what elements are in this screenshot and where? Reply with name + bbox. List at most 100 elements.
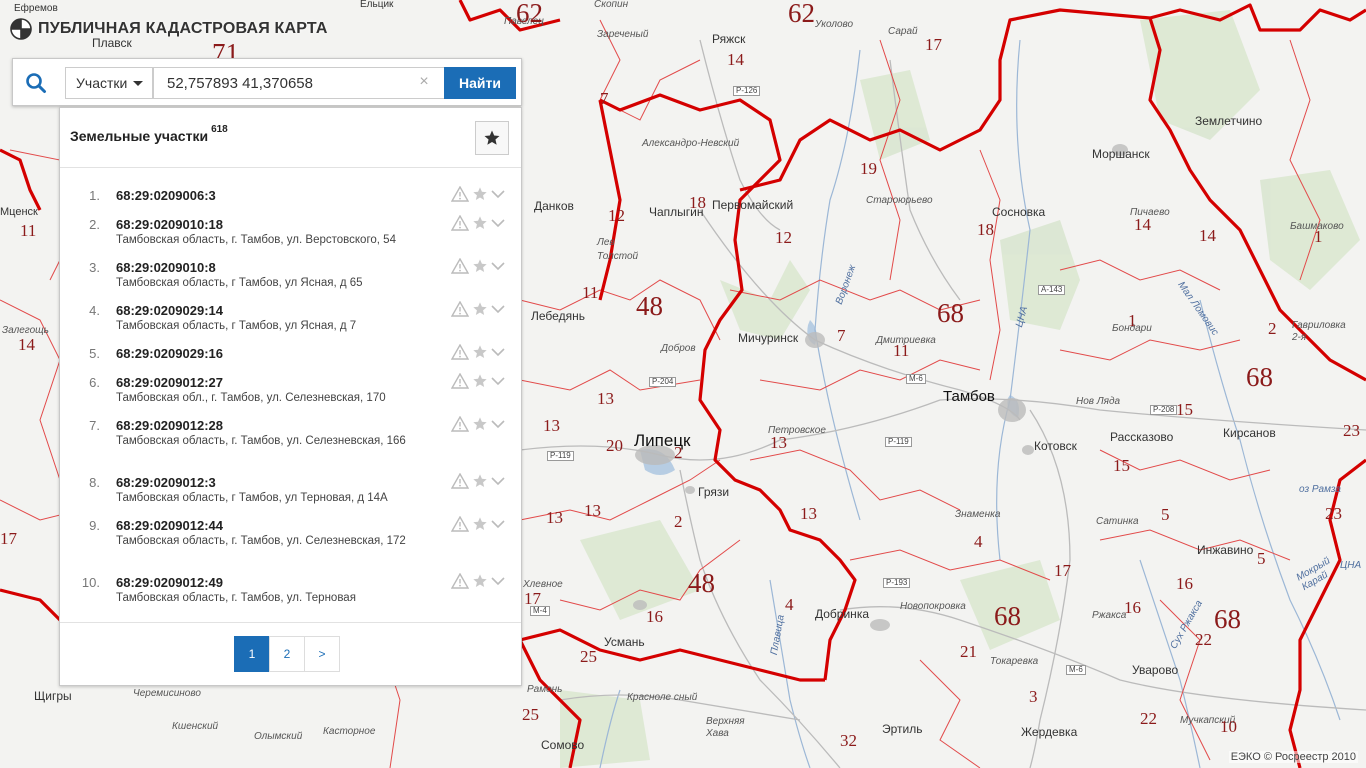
district-number: 18	[689, 193, 706, 212]
town-label: Ельцик	[360, 0, 394, 10]
result-address: Тамбовская область, г. Тамбов, ул. Селез…	[116, 435, 406, 447]
district-number: 19	[860, 159, 877, 178]
star-icon	[484, 130, 500, 145]
warning-icon[interactable]	[451, 186, 469, 202]
chevron-down-icon[interactable]	[490, 574, 506, 588]
town-label: Добринка	[815, 607, 869, 621]
chevron-down-icon[interactable]	[490, 374, 506, 388]
result-address: Тамбовская область, г. Тамбов, ул. Терно…	[116, 592, 356, 604]
warning-icon[interactable]	[451, 573, 469, 589]
district-number: 14	[1199, 226, 1216, 245]
town-label: Кирсанов	[1223, 426, 1276, 440]
chevron-down-icon[interactable]	[490, 187, 506, 201]
star-icon[interactable]	[471, 473, 489, 489]
search-type-select[interactable]: Участки	[65, 67, 153, 99]
road-label: М-6	[906, 374, 926, 384]
district-number: 23	[1325, 504, 1342, 523]
village-label: Гавриловка 2-я	[1292, 320, 1346, 343]
road-label: Р-119	[547, 451, 574, 461]
district-number: 2	[674, 443, 683, 462]
cadastral-number-link[interactable]: 68:29:0209010:18	[116, 217, 223, 232]
town-label: Котовск	[1034, 439, 1077, 453]
cadastral-number-link[interactable]: 68:29:0209029:16	[116, 346, 223, 361]
star-icon[interactable]	[471, 573, 489, 589]
warning-icon[interactable]	[451, 373, 469, 389]
district-number: 17	[925, 35, 942, 54]
village-label: Уколово	[815, 19, 854, 30]
warning-icon[interactable]	[451, 215, 469, 231]
region-number: 68	[1214, 604, 1241, 634]
cadastral-number-link[interactable]: 68:29:0209012:49	[116, 575, 223, 590]
star-icon[interactable]	[471, 186, 489, 202]
app-logo[interactable]: ПУБЛИЧНАЯ КАДАСТРОВАЯ КАРТА	[10, 18, 328, 40]
cadastral-number-link[interactable]: 68:29:0209012:27	[116, 375, 223, 390]
district-number: 3	[1029, 687, 1038, 706]
chevron-down-icon[interactable]	[490, 517, 506, 531]
favorite-button[interactable]	[475, 121, 509, 155]
district-number: 15	[1176, 400, 1193, 419]
cadastral-number-link[interactable]: 68:29:0209029:14	[116, 303, 223, 318]
star-icon[interactable]	[471, 301, 489, 317]
district-number: 14	[727, 50, 744, 69]
results-panel: Земельные участки 618 1. 68:29:0209006:3 …	[59, 107, 522, 686]
village-label: Кшенский	[172, 721, 219, 732]
star-icon[interactable]	[471, 516, 489, 532]
district-number: 11	[20, 221, 37, 240]
town-label: Эртиль	[882, 722, 923, 736]
cadastral-number-link[interactable]: 68:29:0209012:3	[116, 475, 216, 490]
district-number: 14	[1134, 215, 1151, 234]
cadastral-number-link[interactable]: 68:29:0209012:28	[116, 418, 223, 433]
star-icon[interactable]	[471, 258, 489, 274]
find-button[interactable]: Найти	[444, 67, 516, 99]
town-label: Лебедянь	[531, 309, 585, 323]
star-icon[interactable]	[471, 215, 489, 231]
region-number: 68	[1246, 362, 1273, 392]
chevron-down-icon[interactable]	[490, 216, 506, 230]
district-number: 20	[606, 436, 623, 455]
globe-logo-icon	[10, 18, 32, 40]
page-button-1[interactable]: 1	[234, 636, 270, 672]
search-icon[interactable]	[24, 71, 48, 95]
district-number: 1	[1314, 227, 1323, 246]
chevron-down-icon[interactable]	[490, 345, 506, 359]
cadastral-number-link[interactable]: 68:29:0209012:44	[116, 518, 223, 533]
warning-icon[interactable]	[451, 473, 469, 489]
warning-icon[interactable]	[451, 301, 469, 317]
result-actions	[451, 573, 507, 589]
town-label: Ефремов	[14, 3, 58, 14]
village-label: Староюрьево	[866, 195, 933, 206]
district-number: 10	[1220, 717, 1237, 736]
district-number: 12	[775, 228, 792, 247]
result-address: Тамбовская область, г. Тамбов, ул. Селез…	[116, 535, 406, 547]
district-number: 13	[770, 433, 787, 452]
page-button-2[interactable]: 2	[269, 636, 305, 672]
district-number: 16	[1124, 598, 1141, 617]
star-icon[interactable]	[471, 416, 489, 432]
chevron-down-icon[interactable]	[490, 259, 506, 273]
warning-icon[interactable]	[451, 344, 469, 360]
next-page-button[interactable]: >	[304, 636, 340, 672]
cadastral-number-link[interactable]: 68:29:0209006:3	[116, 188, 216, 203]
app-title: ПУБЛИЧНАЯ КАДАСТРОВАЯ КАРТА	[38, 20, 328, 37]
warning-icon[interactable]	[451, 416, 469, 432]
district-number: 5	[1257, 549, 1266, 568]
chevron-down-icon[interactable]	[490, 474, 506, 488]
district-number: 25	[580, 647, 597, 666]
search-input[interactable]	[153, 67, 445, 99]
result-index: 6.	[89, 375, 100, 390]
warning-icon[interactable]	[451, 516, 469, 532]
cadastral-number-link[interactable]: 68:29:0209010:8	[116, 260, 216, 275]
warning-icon[interactable]	[451, 258, 469, 274]
road-label: Р-126	[733, 86, 761, 96]
district-number: 16	[1176, 574, 1193, 593]
chevron-down-icon[interactable]	[490, 302, 506, 316]
star-icon[interactable]	[471, 373, 489, 389]
result-address: Тамбовская область, г. Тамбов, ул. Верст…	[116, 234, 396, 246]
village-label: Ржакса	[1092, 610, 1127, 621]
region-number: 48	[636, 291, 663, 321]
chevron-down-icon[interactable]	[490, 417, 506, 431]
star-icon[interactable]	[471, 344, 489, 360]
region-number: 68	[937, 298, 964, 328]
town-label: Данков	[534, 199, 574, 213]
clear-icon[interactable]: ×	[417, 74, 431, 90]
